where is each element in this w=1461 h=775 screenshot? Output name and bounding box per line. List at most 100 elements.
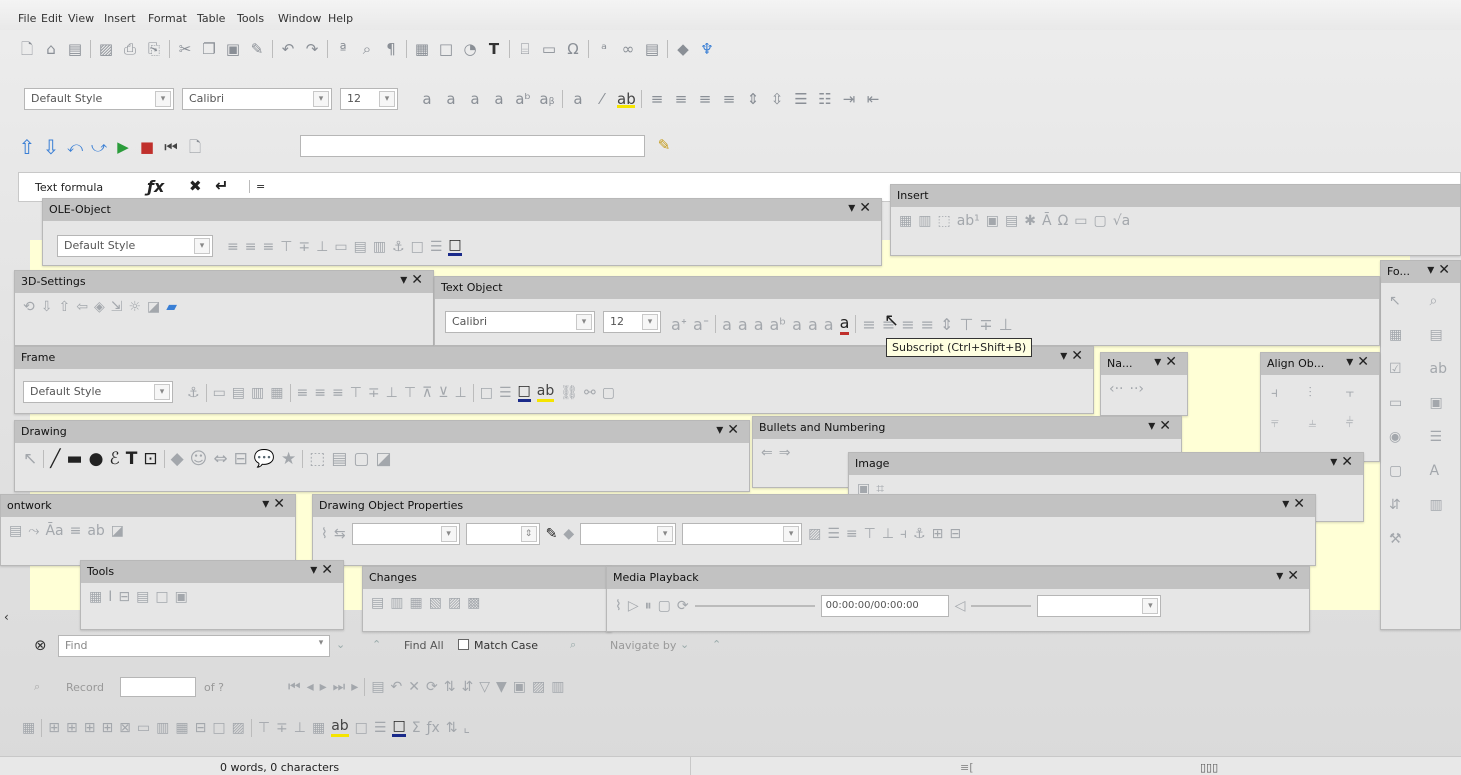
auto-filter-icon[interactable]: ▼ [496, 679, 507, 695]
changes-title[interactable]: Changes [363, 567, 611, 589]
fontwork-gallery-icon[interactable]: ▤ [9, 523, 22, 539]
menu-window[interactable]: Window [278, 12, 321, 25]
tilt-down-icon[interactable]: ⇩ [41, 299, 53, 315]
paragraph-style-combo[interactable]: Default Style ▾ [24, 88, 174, 110]
align-objects-icon[interactable]: ⫞ [900, 526, 907, 542]
align-center-icon[interactable]: ≡ [314, 385, 326, 401]
new-record-icon[interactable]: ▸ [351, 679, 358, 695]
media-playback-title[interactable]: Media Playback ▾✕ [607, 567, 1309, 589]
optimize-icon[interactable]: ⊟ [195, 720, 207, 736]
open-icon[interactable]: ⌂ [42, 40, 60, 58]
align-center-icon[interactable]: ≡ [672, 90, 690, 108]
text-box-icon[interactable]: T [485, 40, 503, 58]
align-middle-icon[interactable]: ∓ [979, 315, 992, 334]
close-icon[interactable]: ▾✕ [1282, 496, 1309, 512]
bring-front-icon[interactable]: ⊤ [404, 385, 416, 401]
underline-icon[interactable]: a [466, 90, 484, 108]
textfield-icon[interactable]: ▭ [1389, 395, 1412, 411]
indent-icon[interactable]: ⇥ [840, 90, 858, 108]
frame-icon[interactable]: ⬚ [937, 213, 950, 229]
arrow-style-icon[interactable]: ⇆ [334, 526, 346, 542]
play-icon[interactable]: ▷ [628, 598, 639, 614]
align-bottom-icon[interactable]: ⊥ [316, 239, 328, 255]
cancel-icon[interactable]: ✖ [189, 177, 202, 195]
border-color-icon[interactable]: □ [392, 718, 406, 737]
sort-icon[interactable]: ⇅ [446, 720, 458, 736]
cut-icon[interactable]: ✂ [176, 40, 194, 58]
track-changes-icon[interactable]: ▤ [371, 595, 384, 611]
font-color-icon[interactable]: a [839, 313, 850, 335]
extrusion-icon[interactable]: ◪ [375, 449, 391, 469]
merge-cells-icon[interactable]: ▭ [137, 720, 150, 736]
filter-icon[interactable]: ▽ [479, 679, 490, 695]
insert-col-after-icon[interactable]: ⊞ [101, 720, 113, 736]
3d-settings-title[interactable]: 3D-Settings ▾✕ [15, 271, 433, 293]
button-icon[interactable]: ▣ [1430, 395, 1453, 411]
wrap-page-icon[interactable]: ▤ [232, 385, 245, 401]
menu-file[interactable]: File [18, 12, 36, 25]
basic-shapes-icon[interactable]: ◆ [674, 40, 692, 58]
insert-row-below-icon[interactable]: ⊞ [66, 720, 78, 736]
wrap-page-icon[interactable]: ▥ [373, 239, 386, 255]
demote-icon[interactable]: ⇐ [761, 445, 773, 461]
select-icon[interactable]: ↖ [23, 449, 37, 469]
table-icon[interactable]: ▦ [899, 213, 912, 229]
field-icon[interactable]: ▭ [1074, 213, 1087, 229]
media-position-slider[interactable] [694, 605, 815, 607]
footnote-icon[interactable]: ab¹ [957, 213, 980, 229]
autocorrect-icon[interactable]: ✎ [655, 136, 673, 154]
line-icon[interactable]: ⌇ [321, 526, 328, 542]
close-icon[interactable]: ▾✕ [716, 422, 743, 438]
calculate-icon[interactable]: ⊟ [118, 589, 130, 605]
tilt-up-icon[interactable]: ⇧ [58, 299, 70, 315]
backward-icon[interactable]: ⊻ [438, 385, 448, 401]
same-height-icon[interactable]: Āa [45, 523, 63, 539]
accept-icon[interactable]: ↵ [215, 176, 228, 195]
image-icon[interactable]: ▢ [353, 449, 369, 469]
close-icon[interactable]: ▾✕ [1060, 348, 1087, 364]
unlink-icon[interactable]: ⚯ [584, 385, 596, 401]
scroll-left-icon[interactable]: ‹ [4, 610, 9, 624]
spin-icon[interactable]: ⇕ [520, 526, 537, 542]
image-icon[interactable]: ▣ [175, 589, 188, 605]
align-left-icon[interactable]: ≡ [648, 90, 666, 108]
align-bottom-icon[interactable]: ⊥ [386, 385, 398, 401]
stop-icon[interactable]: ▢ [658, 598, 671, 614]
zoom-icon[interactable]: ⌕ [1430, 293, 1453, 309]
close-icon[interactable]: ▾✕ [1148, 418, 1175, 434]
align-right-icon[interactable]: ≡ [332, 385, 344, 401]
navigation-input[interactable] [300, 135, 645, 157]
direction-icon[interactable]: ⇲ [111, 299, 123, 315]
draw-functions-icon[interactable]: ♆ [698, 40, 716, 58]
close-find-icon[interactable]: ⊗ [34, 636, 47, 654]
selection-mode-icon[interactable]: ≡[ [960, 761, 974, 774]
sort-desc-icon[interactable]: ⇵ [461, 679, 473, 695]
hyperlink-icon[interactable]: ∞ [619, 40, 637, 58]
align-middle-icon[interactable]: ∓ [276, 720, 288, 736]
close-icon[interactable]: ▾✕ [1346, 354, 1373, 370]
superscript-icon[interactable]: aᵇ [770, 315, 787, 334]
fontwork-shape-icon[interactable]: ⤳ [28, 523, 39, 539]
callouts-icon[interactable]: 💬 [254, 449, 275, 469]
redo-icon[interactable]: ↷ [303, 40, 321, 58]
function-icon[interactable]: ƒx [147, 177, 164, 196]
frame-icon[interactable]: □ [155, 589, 168, 605]
menu-table[interactable]: Table [197, 12, 225, 25]
align-left-icon[interactable]: ≡ [297, 385, 309, 401]
shadow-icon[interactable]: ▨ [808, 526, 821, 542]
navigate-up-icon[interactable]: ⌃ [712, 638, 721, 651]
font-size-combo[interactable]: 12 ▾ [340, 88, 398, 110]
table-props-icon[interactable]: ⌞ [464, 720, 471, 736]
chevron-down-icon[interactable]: ▾ [313, 91, 329, 107]
link-icon[interactable]: ⛓ [560, 385, 578, 401]
image-icon[interactable]: ▢ [1094, 213, 1107, 229]
play-icon[interactable]: ▶ [114, 138, 132, 156]
ole-style-combo[interactable]: Default Style ▾ [57, 235, 213, 257]
menu-format[interactable]: Format [148, 12, 187, 25]
extrusion-icon[interactable]: ⟲ [23, 299, 35, 315]
insert-chart-icon[interactable]: ◔ [461, 40, 479, 58]
align-right-icon[interactable]: ≡ [696, 90, 714, 108]
footnote-icon[interactable]: ᵃ [595, 40, 613, 58]
data-source-icon[interactable]: ▥ [551, 679, 564, 695]
line-spacing-icon[interactable]: ⇕ [940, 315, 953, 334]
